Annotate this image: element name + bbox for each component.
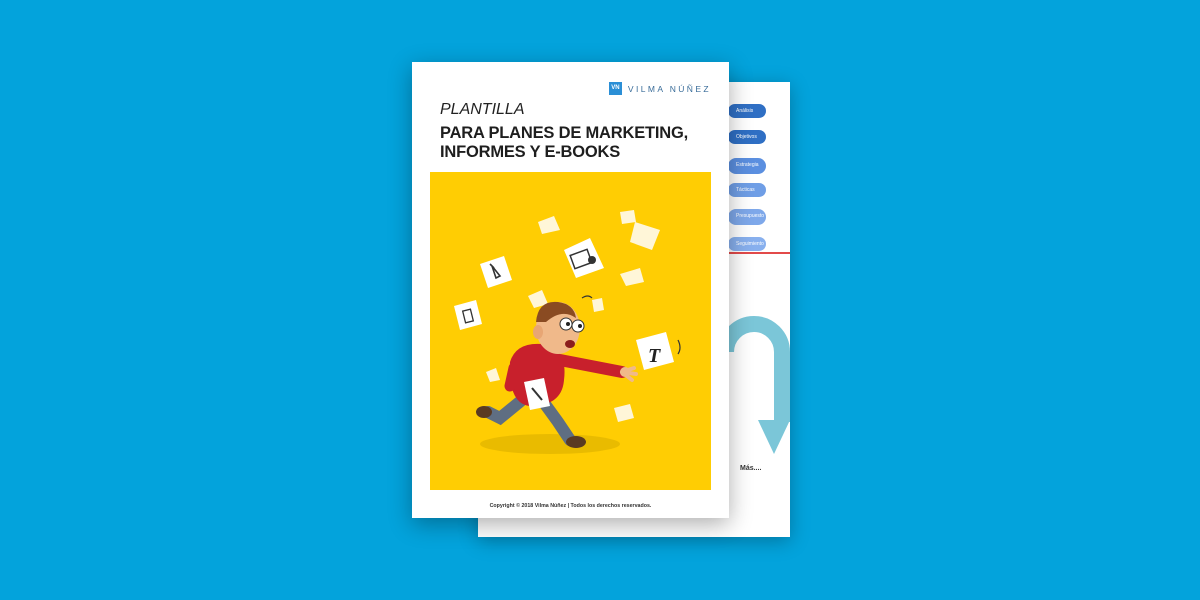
flying-paper-2 [630,222,660,250]
flying-paper-1 [538,216,560,234]
front-page: VN VILMA NÚÑEZ PLANTILLA PARA PLANES DE … [412,62,729,518]
phone-paper-icon [454,300,482,330]
flying-paper-7 [614,404,634,422]
page-kicker: PLANTILLA [440,101,525,118]
flying-paper-4 [620,268,644,286]
menu-pill-4: Tácticas [728,183,766,197]
more-label: Más.... [740,465,762,472]
title-line-2: INFORMES Y E-BOOKS [440,143,621,161]
flying-paper-5 [486,368,500,382]
brand-logo: VN VILMA NÚÑEZ [608,82,711,95]
image-paper-icon [564,238,604,278]
curved-arrow-down-icon [722,316,790,454]
menu-pill-2: Objetivos [728,130,766,144]
menu-pill-5: Presupuesto [728,209,766,225]
flying-paper-8 [620,210,636,224]
brand-name: VILMA NÚÑEZ [627,83,711,94]
cover-illustration: T [430,172,711,490]
text-paper-icon: T [636,332,674,370]
menu-pill-6: Seguimiento [728,237,766,251]
menu-pill-3: Estrategia [728,158,766,174]
menu-pill-1: Análisis [728,104,766,118]
title-line-1: PARA PLANES DE MARKETING, [440,124,689,142]
scene: Análisis Objetivos Estrategia Tácticas P… [0,0,1200,600]
page-title: PARA PLANES DE MARKETING, INFORMES Y E-B… [440,124,725,162]
brand-mark: VN [608,82,622,95]
man-chasing-papers-illustration: T [454,210,681,454]
flying-paper-6 [592,298,604,312]
man-figure [476,295,681,448]
pencil-paper-icon [480,256,512,288]
copyright-notice: Copyright © 2018 Vilma Núñez | Todos los… [489,503,652,509]
paper-glyph: T [648,345,661,367]
red-divider [728,252,790,254]
